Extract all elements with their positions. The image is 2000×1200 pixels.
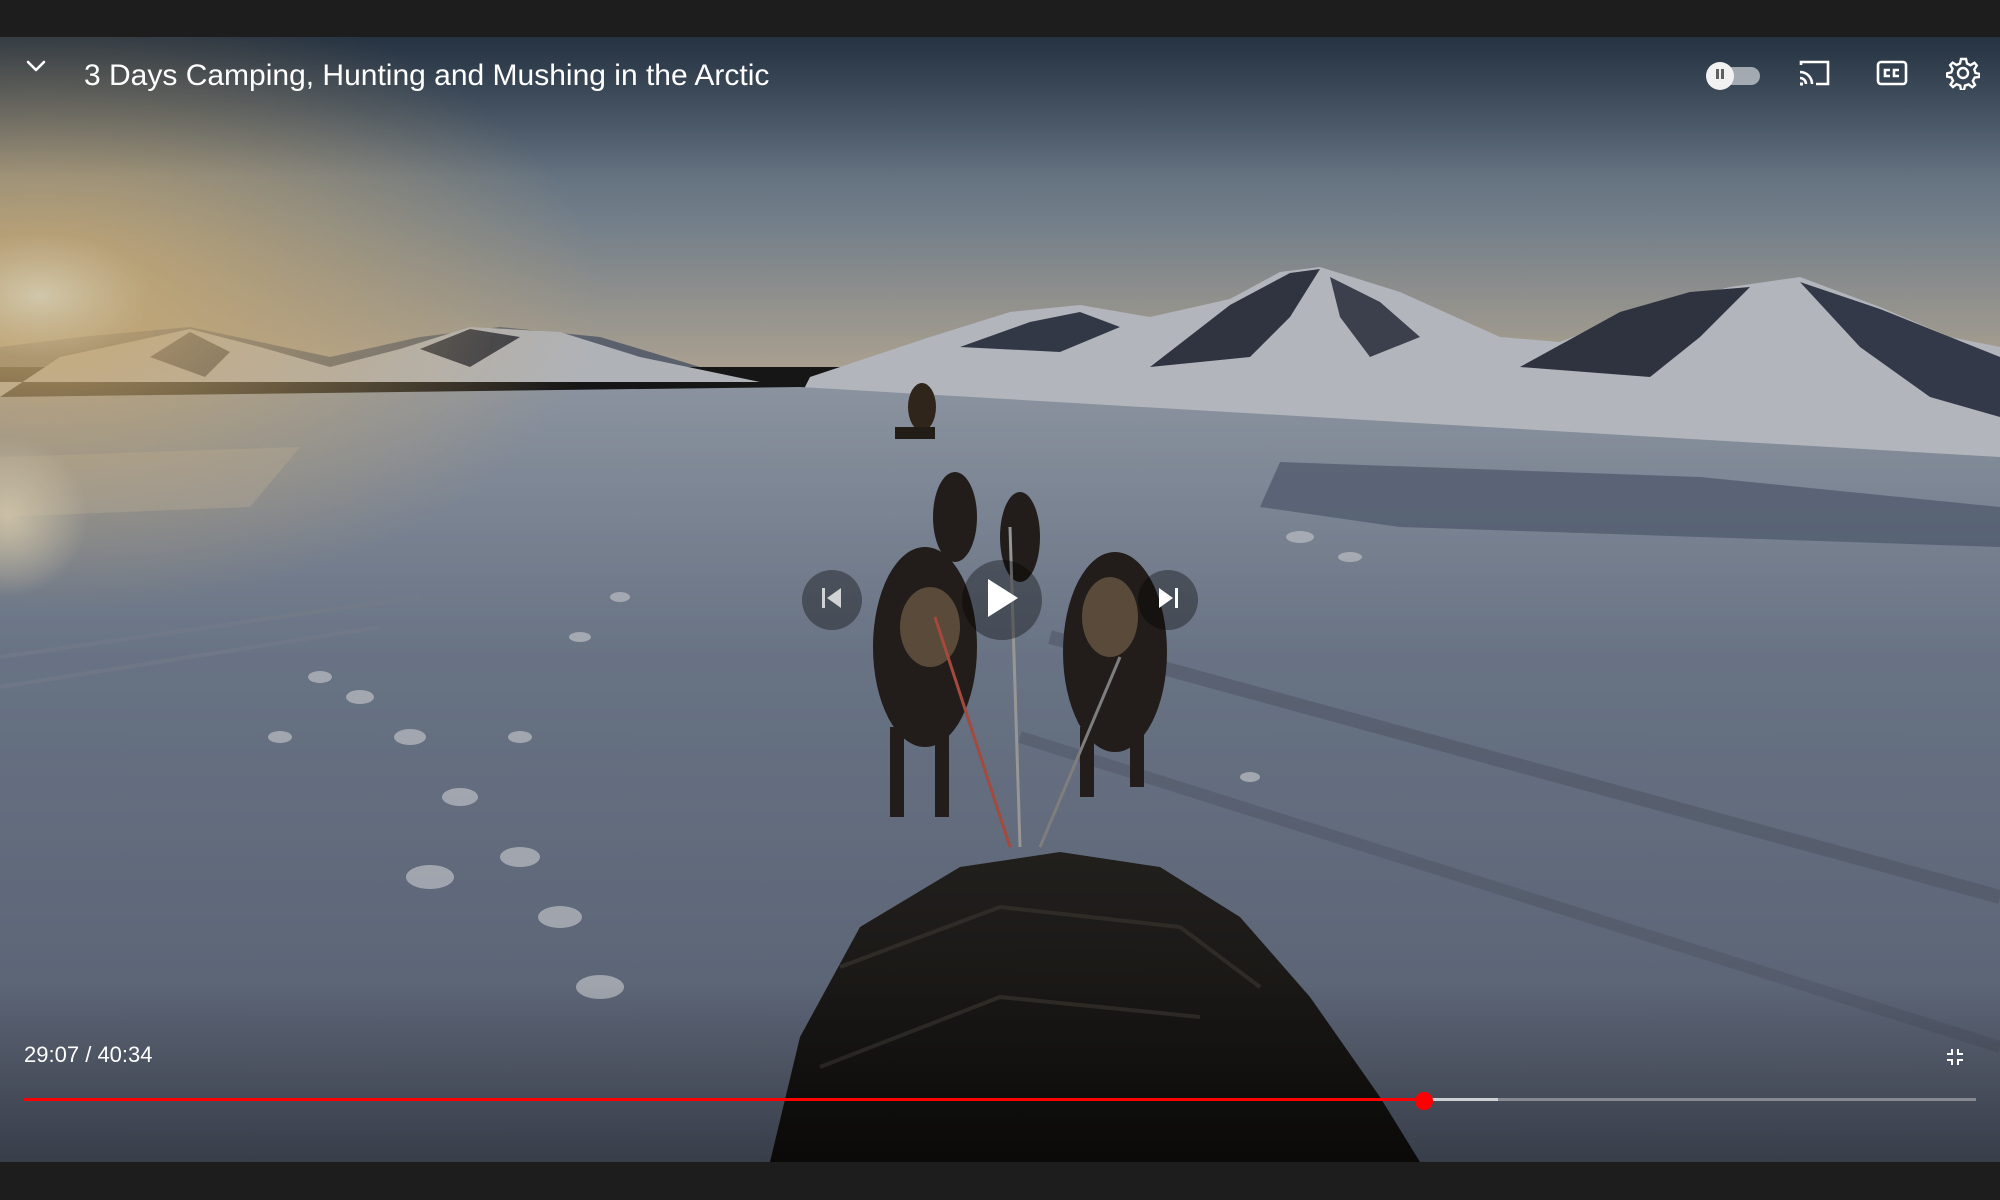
skip-previous-icon <box>819 586 845 615</box>
pause-icon <box>1713 67 1727 86</box>
cast-icon <box>1797 59 1831 92</box>
skip-next-icon <box>1155 586 1181 615</box>
closed-captions-icon <box>1876 60 1908 91</box>
exit-fullscreen-icon <box>1945 1047 1965 1072</box>
play-icon <box>984 577 1020 624</box>
window-top-bar <box>0 0 2000 37</box>
previous-video-button[interactable] <box>802 570 862 630</box>
time-separator: / <box>85 1042 92 1067</box>
progress-scrubber[interactable] <box>1414 1092 1433 1110</box>
next-video-button[interactable] <box>1138 570 1198 630</box>
progress-played <box>24 1098 1424 1101</box>
collapse-player-button[interactable] <box>18 50 54 86</box>
exit-fullscreen-button[interactable] <box>1938 1042 1972 1076</box>
gear-icon <box>1945 56 1982 95</box>
autoplay-toggle[interactable] <box>1706 62 1760 90</box>
play-button[interactable] <box>962 560 1042 640</box>
current-time: 29:07 <box>24 1042 80 1067</box>
chevron-down-icon <box>25 59 47 78</box>
progress-bar[interactable] <box>24 1092 1976 1110</box>
duration: 40:34 <box>97 1042 153 1067</box>
cast-button[interactable] <box>1794 55 1834 95</box>
footer-gradient <box>0 982 2000 1162</box>
video-title: 3 Days Camping, Hunting and Mushing in t… <box>84 59 770 92</box>
autoplay-knob <box>1706 62 1734 90</box>
settings-button[interactable] <box>1943 55 1983 95</box>
window-bottom-bar <box>0 1162 2000 1200</box>
time-display: 29:07 / 40:34 <box>24 1041 153 1069</box>
subtitles-button[interactable] <box>1872 55 1912 95</box>
